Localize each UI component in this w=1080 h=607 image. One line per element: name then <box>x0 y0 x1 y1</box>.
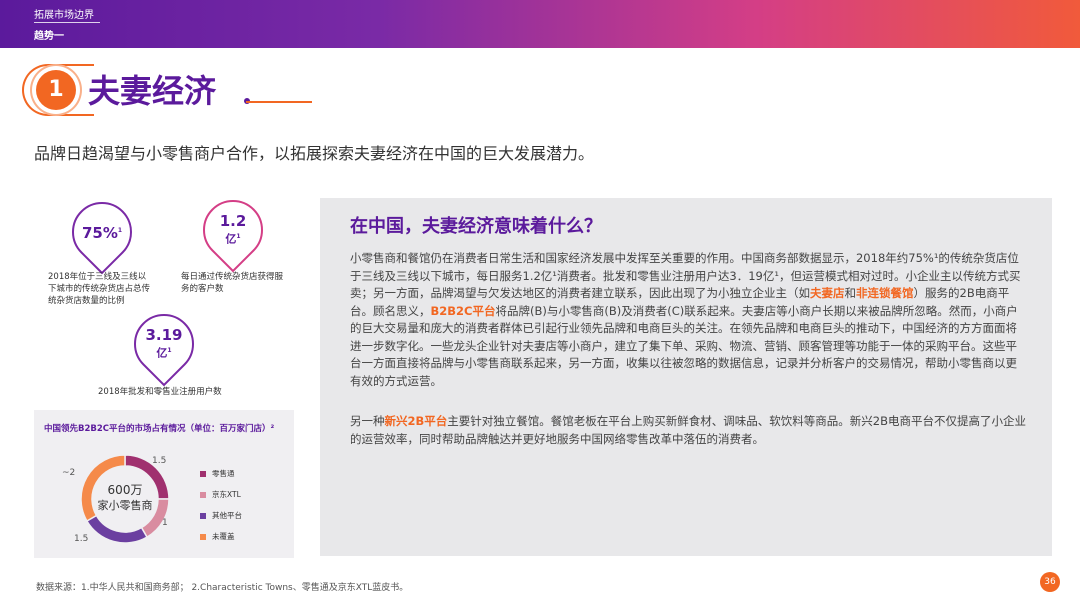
page-number: 36 <box>1040 572 1060 592</box>
breadcrumb-underline <box>34 22 100 23</box>
chart-title: 中国领先B2B2C平台的市场占有情况（单位：百万家门店）² <box>44 424 275 434</box>
legend-item: 零售通 <box>200 468 242 479</box>
lead-sentence: 品牌日趋渴望与小零售商户合作，以拓展探索夫妻经济在中国的巨大发展潜力。 <box>34 144 595 163</box>
stat-value: 75% <box>81 224 118 242</box>
title-underline <box>246 101 312 103</box>
section-title: 夫妻经济 <box>88 72 217 110</box>
market-share-panel: 中国领先B2B2C平台的市场占有情况（单位：百万家门店）² 600万 家小零售商… <box>34 410 294 558</box>
stat-description: 2018年批发和零售业注册用户数 <box>98 387 222 397</box>
legend-item: 其他平台 <box>200 510 242 521</box>
stat-description: 2018年位于三线及三线以下城市的传统杂货店占总传统杂货店数量的比例 <box>48 272 151 306</box>
top-banner: 拓展市场边界 趋势一 <box>0 0 1080 48</box>
info-panel: 在中国，夫妻经济意味着什么？ 小零售商和餐馆仍在消费者日常生活和国家经济发展中发… <box>320 198 1052 556</box>
chart-legend: 零售通 京东XTL 其他平台 未覆盖 <box>200 468 242 552</box>
stat-value: 1.2 <box>219 211 247 230</box>
section-number-badge: 1 <box>36 70 76 110</box>
info-paragraph-1: 小零售商和餐馆仍在消费者日常生活和国家经济发展中发挥至关重要的作用。中国商务部数… <box>350 251 1021 388</box>
info-paragraph-2: 另一种新兴2B平台主要针对独立餐馆。餐馆老板在平台上购买新鲜食材、调味品、软饮料… <box>350 414 1026 446</box>
donut-data-label: 1.5 <box>74 534 89 544</box>
legend-item: 未覆盖 <box>200 531 242 542</box>
legend-swatch <box>200 470 206 477</box>
stat-value: 3.19 <box>145 325 183 344</box>
breadcrumb: 拓展市场边界 <box>34 10 94 21</box>
legend-swatch <box>200 533 206 540</box>
trend-label: 趋势一 <box>34 31 64 42</box>
data-source-footnote: 数据来源：1.中华人民共和国商务部； 2.Characteristic Town… <box>36 583 409 593</box>
legend-swatch <box>200 491 206 498</box>
donut-center-label: 家小零售商 <box>97 499 153 512</box>
donut-data-label: 1.5 <box>152 456 167 466</box>
stat-pin-3.19: 3.19 亿1 <box>121 301 207 387</box>
info-title: 在中国，夫妻经济意味着什么？ <box>350 216 602 237</box>
donut-data-label: 1 <box>162 518 168 528</box>
stat-pin-1.2: 1.2 亿1 <box>190 187 276 273</box>
legend-item: 京东XTL <box>200 489 242 500</box>
donut-data-label: ~2 <box>62 468 76 478</box>
donut-center-value: 600万 <box>107 483 143 497</box>
stat-description: 每日通过传统杂货店获得服务的客户数 <box>181 272 284 294</box>
stat-pin-75pct: 75%1 <box>59 189 145 275</box>
donut-slice-其他平台 <box>85 514 149 544</box>
legend-swatch <box>200 512 206 519</box>
